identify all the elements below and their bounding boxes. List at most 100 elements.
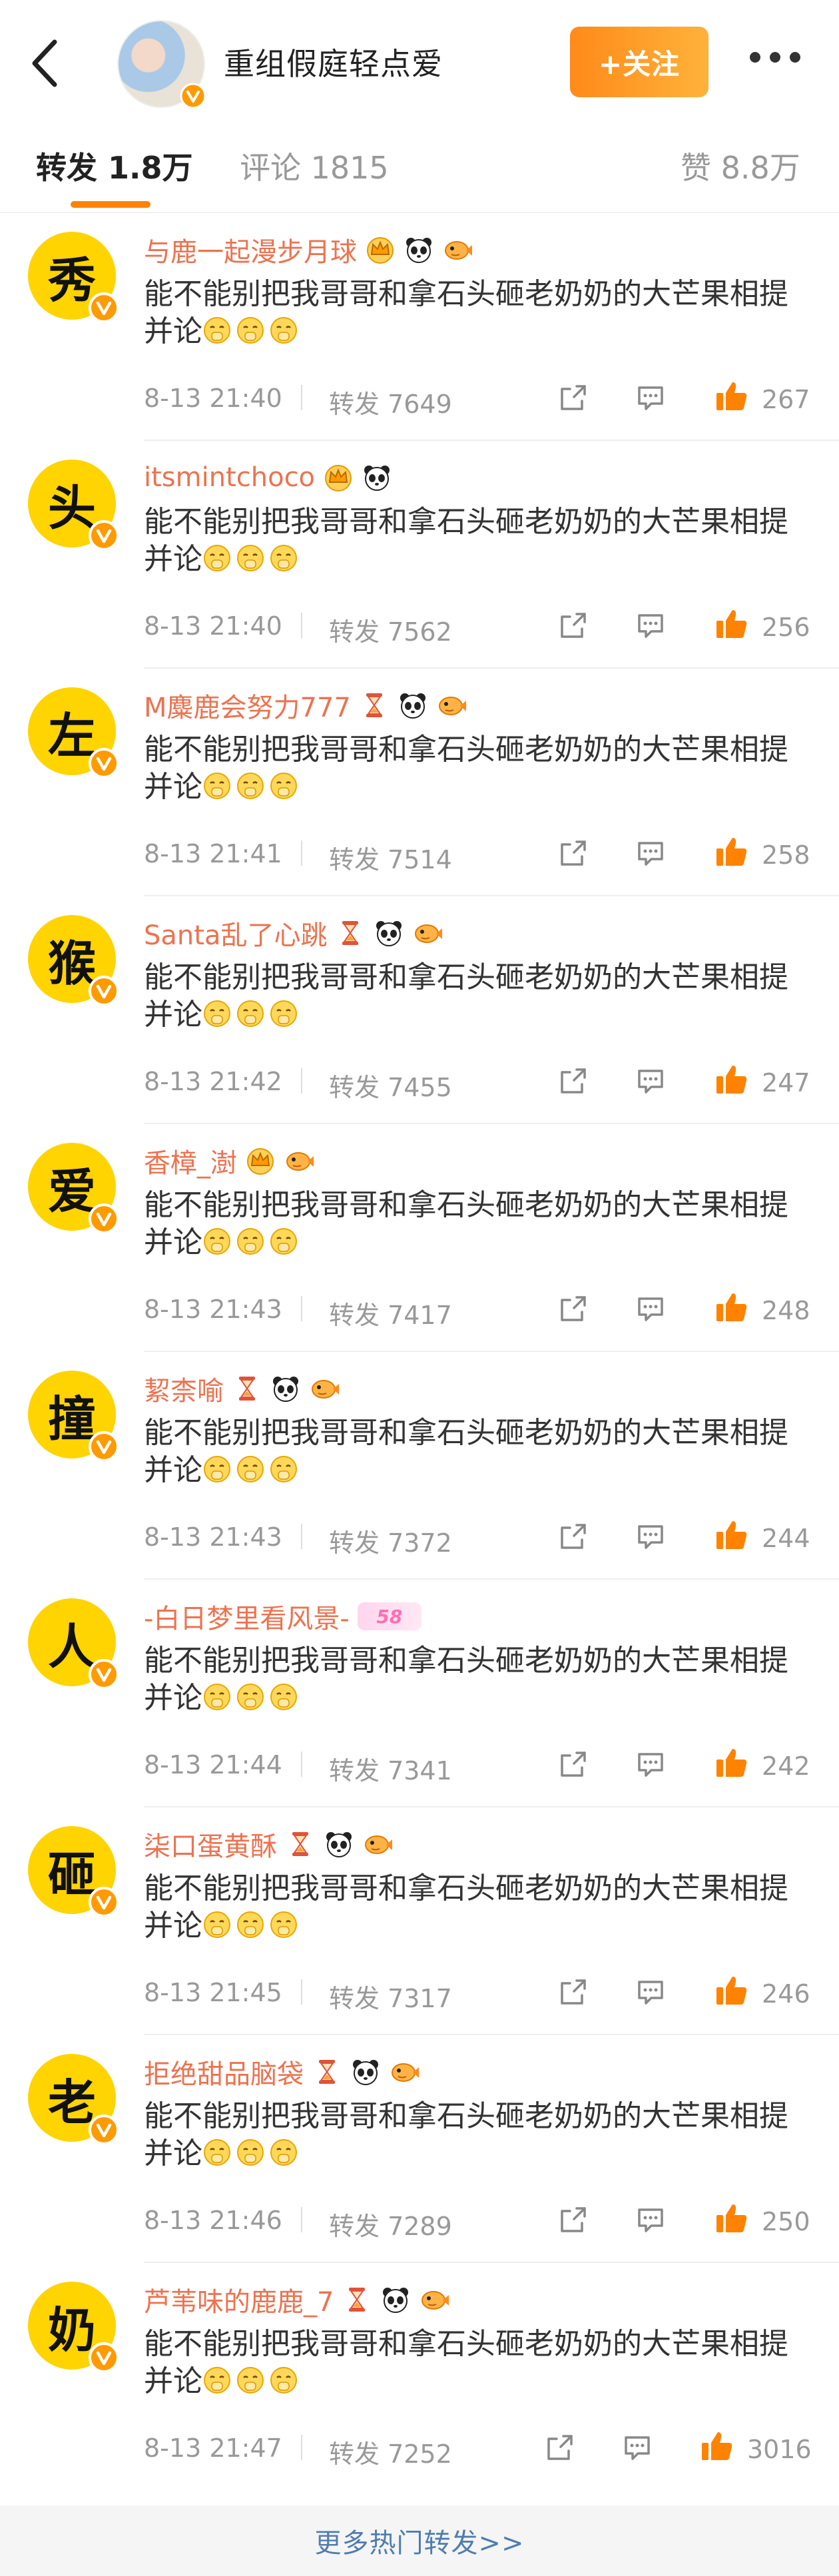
hourglass-icon [319,2060,335,2084]
user-avatar[interactable]: 撞 [28,1371,119,1462]
comment-icon[interactable] [634,381,667,414]
repost-count[interactable]: 转发 7562 [329,611,452,648]
repost-item[interactable]: 爱香樟_澍 能不能别把我哥哥和拿石头砸老奶奶的大芒果相提并论 8-13 21:43 转… [0,1124,839,1352]
like-thumb-icon[interactable] [714,2200,750,2236]
comment-icon[interactable] [634,1064,667,1098]
username[interactable]: 絜柰喻 [144,1369,224,1408]
user-avatar[interactable]: 奶 [28,2282,119,2373]
username[interactable]: M麋鹿会努力777 [144,686,351,725]
comment-icon[interactable] [634,1975,667,2009]
repost-count[interactable]: 转发 7289 [329,2206,452,2242]
share-icon[interactable] [543,2431,577,2464]
comment-icon[interactable] [634,1292,667,1325]
repost-count[interactable]: 转发 7372 [329,1522,452,1559]
like-thumb-icon[interactable] [714,1517,750,1553]
username[interactable]: 柒口蛋黄酥 [144,1825,277,1863]
shush-emoji-icon [204,1911,230,1938]
repost-text: 能不能别把我哥哥和拿石头砸老奶奶的大芒果相提并论 [144,1870,810,1945]
repost-item[interactable]: 老拒绝甜品脑袋 能不能别把我哥哥和拿石头砸老奶奶的大芒果相提并论 8-13 21:4… [0,2035,839,2263]
repost-count[interactable]: 转发 7252 [329,2433,452,2470]
timestamp: 8-13 21:47 [144,2433,282,2463]
repost-count[interactable]: 转发 7514 [329,839,452,876]
username-row: 柒口蛋黄酥 [144,1822,393,1866]
username[interactable]: itsmintchoco [144,462,315,493]
like-count: 267 [762,385,810,414]
like-thumb-icon[interactable] [714,1973,750,2009]
like-thumb-icon[interactable] [714,1289,750,1325]
author-avatar[interactable] [117,20,206,109]
share-icon[interactable] [557,836,590,870]
repost-count[interactable]: 转发 7341 [329,1750,452,1787]
verified-badge-icon [89,292,119,323]
share-icon[interactable] [557,1975,590,2009]
repost-item[interactable]: 左 M麋鹿会努力777 能不能别把我哥哥和拿石头砸老奶奶的大芒果相提并论 8-13 2… [0,669,839,896]
user-avatar[interactable]: 砸 [28,1826,119,1917]
comment-icon[interactable] [634,1748,667,1781]
username[interactable]: 拒绝甜品脑袋 [144,2053,304,2091]
more-reposts-link[interactable]: 更多热门转发>> [314,2521,524,2560]
repost-item[interactable]: 猴 Santa乱了心跳 能不能别把我哥哥和拿石头砸老奶奶的大芒果相提并论 8-13 2… [0,896,839,1124]
comment-icon[interactable] [634,1520,667,1553]
share-icon[interactable] [557,1064,590,1098]
comment-icon[interactable] [634,836,667,870]
divider [301,613,302,638]
comment-icon[interactable] [621,2431,654,2464]
back-arrow-icon[interactable] [29,37,61,90]
like-thumb-icon[interactable] [714,1745,750,1781]
verified-badge-icon [89,2114,119,2145]
like-thumb-icon[interactable] [714,1062,750,1098]
like-thumb-icon[interactable] [714,606,750,642]
username[interactable]: Santa乱了心跳 [144,914,327,952]
more-options-icon[interactable] [750,52,800,65]
repost-count[interactable]: 转发 7417 [329,1295,452,1331]
user-avatar[interactable]: 头 [28,460,119,551]
user-avatar[interactable]: 左 [28,687,119,779]
repost-count[interactable]: 转发 7455 [329,1067,452,1104]
share-icon[interactable] [557,1748,590,1781]
panda-icon [400,693,425,719]
crown-icon [367,237,394,264]
user-avatar[interactable]: 猴 [28,915,119,1006]
like-thumb-icon[interactable] [714,378,750,414]
repost-item[interactable]: 秀与鹿一起漫步月球 能不能别把我哥哥和拿石头砸老奶奶的大芒果相提并论 8-13 21… [0,213,839,441]
username-row: 香樟_澍 [144,1139,314,1183]
share-icon[interactable] [557,1292,590,1325]
comment-icon[interactable] [634,609,667,642]
like-thumb-icon[interactable] [714,834,750,870]
share-icon[interactable] [557,609,590,642]
fish-icon [392,2063,419,2082]
user-avatar[interactable]: 爱 [28,1143,119,1234]
fish-icon [421,2291,449,2310]
user-avatar[interactable]: 人 [28,1598,119,1690]
username[interactable]: -白日梦里看风景- [144,1597,350,1636]
fish-icon [415,924,443,943]
like-thumb-icon[interactable] [699,2428,735,2464]
tab-bar: 转发 1.8万 评论 1815 赞 8.8万 [0,115,839,213]
tab-reposts[interactable]: 转发 1.8万 [36,144,193,188]
repost-count[interactable]: 转发 7317 [329,1978,452,2015]
repost-item[interactable]: 撞絜柰喻 能不能别把我哥哥和拿石头砸老奶奶的大芒果相提并论 8-13 21:43 转发… [0,1352,839,1580]
shush-emoji-icon [270,2367,297,2394]
follow-button[interactable]: +关注 [570,27,708,97]
share-icon[interactable] [557,2203,590,2236]
like-count: 244 [762,1524,810,1553]
user-avatar[interactable]: 秀 [28,232,119,323]
verified-badge-icon [180,83,206,109]
comment-icon[interactable] [634,2203,667,2236]
repost-item[interactable]: 砸柒口蛋黄酥 能不能别把我哥哥和拿石头砸老奶奶的大芒果相提并论 8-13 21:45… [0,1807,839,2035]
tab-likes[interactable]: 赞 8.8万 [681,144,800,188]
user-avatar[interactable]: 老 [28,2054,119,2145]
share-icon[interactable] [557,381,590,414]
panda-icon [406,238,431,263]
repost-item[interactable]: 人 -白日梦里看风景- 58 能不能别把我哥哥和拿石头砸老奶奶的大芒果相提并论 8-13… [0,1580,839,1807]
username[interactable]: 香樟_澍 [144,1141,237,1180]
shush-emoji-icon [270,1911,297,1938]
tab-comments[interactable]: 评论 1815 [240,144,389,188]
repost-item[interactable]: 奶芦苇味的鹿鹿_7 能不能别把我哥哥和拿石头砸老奶奶的大芒果相提并论 8-13 21… [0,2263,839,2491]
username[interactable]: 芦苇味的鹿鹿_7 [144,2280,334,2319]
repost-count[interactable]: 转发 7649 [329,384,452,420]
username[interactable]: 与鹿一起漫步月球 [144,230,357,269]
repost-item[interactable]: 头 itsmintchoco 能不能别把我哥哥和拿石头砸老奶奶的大芒果相提并论 8-1… [0,441,839,669]
share-icon[interactable] [557,1520,590,1553]
repost-text: 能不能别把我哥哥和拿石头砸老奶奶的大芒果相提并论 [144,1415,810,1489]
